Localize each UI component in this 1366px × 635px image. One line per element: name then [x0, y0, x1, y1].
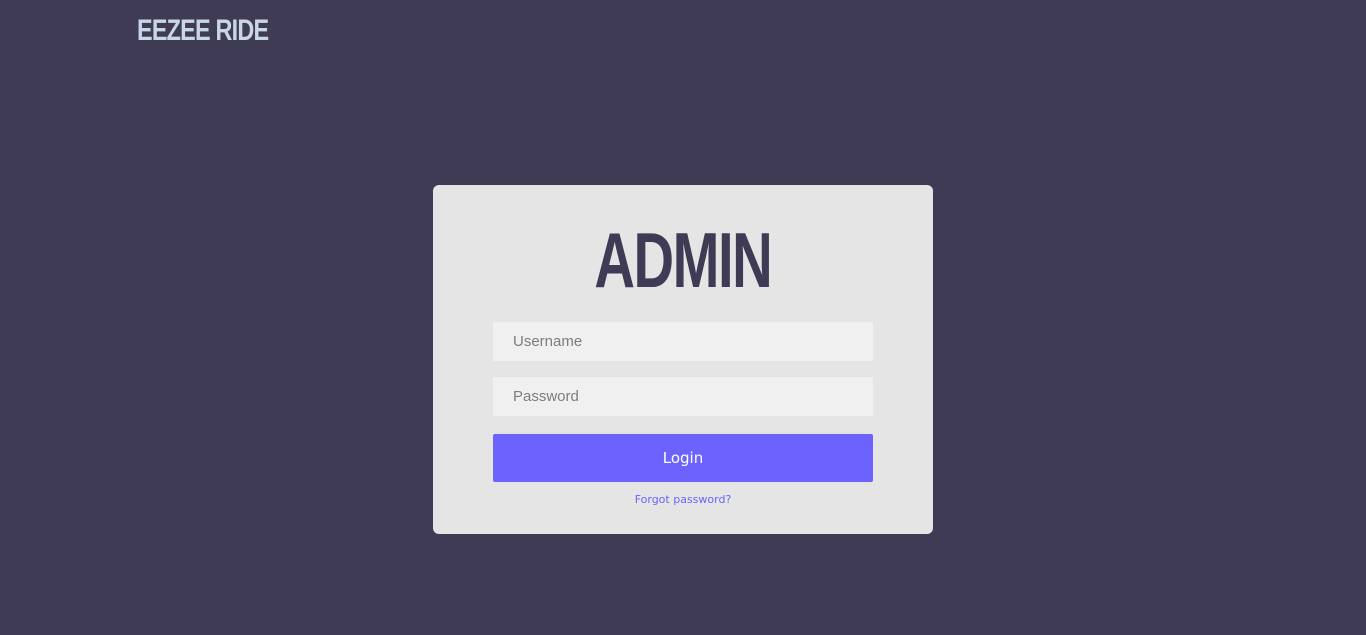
login-page: EEZEE RIDE ADMIN Login Forgot password?: [0, 0, 1366, 635]
login-card: ADMIN Login Forgot password?: [433, 185, 933, 534]
username-input[interactable]: [493, 322, 873, 361]
brand-logo[interactable]: EEZEE RIDE: [137, 14, 269, 48]
page-title: ADMIN: [433, 221, 933, 299]
forgot-password-link[interactable]: Forgot password?: [433, 493, 933, 506]
password-input[interactable]: [493, 377, 873, 416]
login-button[interactable]: Login: [493, 434, 873, 482]
page-title-text: ADMIN: [594, 216, 773, 304]
